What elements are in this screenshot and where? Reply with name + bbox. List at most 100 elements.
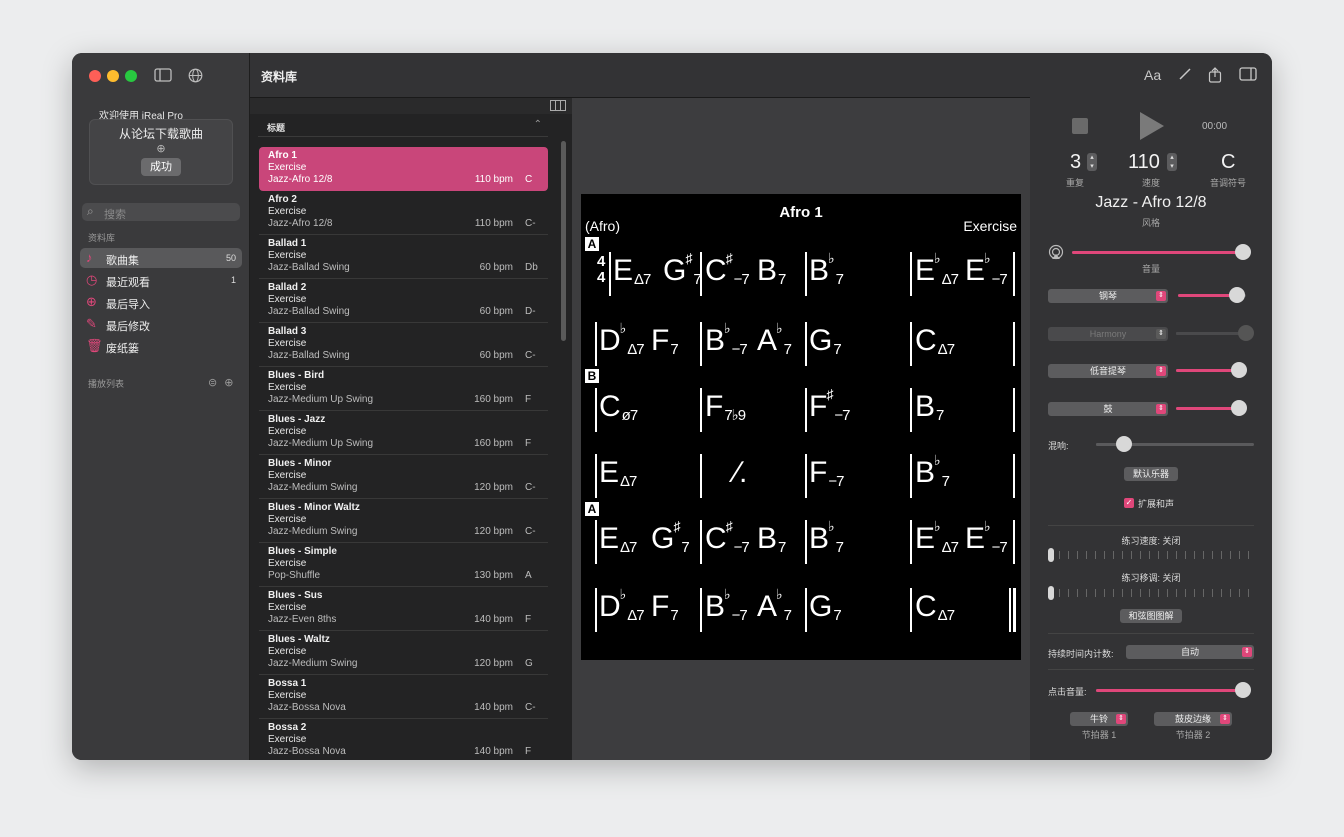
song-row[interactable]: Afro 2 Exercise Jazz-Afro 12/8 110 bpm C- — [259, 191, 548, 235]
song-row[interactable]: Blues - Minor Waltz Exercise Jazz-Medium S… — [259, 499, 548, 543]
app-window: 欢迎使用 iReal Pro 从论坛下载歌曲 ⊕ 成功 ⌕ 搜索 资料库 ♪ 歌… — [72, 53, 1272, 760]
play-button[interactable] — [1140, 112, 1164, 140]
song-tempo: 140 bpm — [474, 746, 513, 757]
minimize-window-button[interactable] — [107, 70, 119, 82]
chord: E♭−7 — [965, 518, 1008, 556]
sidebar-item-modified[interactable]: ✎ 最后修改 — [80, 314, 242, 334]
song-row[interactable]: Bossa 2 Exercise Jazz-Bossa Nova 140 bpm F — [259, 719, 548, 760]
song-row[interactable]: Blues - Sus Exercise Jazz-Even 8ths 140 bpm… — [259, 587, 548, 631]
chord: B♭7 — [915, 452, 950, 490]
instrument-select[interactable]: Harmony ⇕ — [1048, 326, 1168, 341]
columns-icon[interactable] — [550, 100, 566, 114]
search-placeholder: 搜索 — [104, 209, 126, 221]
pencil-icon[interactable] — [1178, 67, 1192, 84]
barline — [609, 252, 611, 296]
click-volume-slider[interactable] — [1096, 682, 1251, 698]
song-name: Blues - Jazz — [268, 414, 326, 425]
instrument-select[interactable]: 钢琴 ⇕ — [1048, 289, 1168, 303]
chord: D♭Δ7 — [599, 586, 645, 624]
song-row[interactable]: Ballad 1 Exercise Jazz-Ballad Swing 60 bpm D… — [259, 235, 548, 279]
search-field[interactable]: ⌕ 搜索 — [82, 203, 240, 221]
song-row[interactable]: Afro 1 Exercise Jazz-Afro 12/8 110 bpm C — [259, 147, 548, 191]
reverb-slider[interactable] — [1096, 436, 1254, 452]
chord: B♭7 — [809, 250, 844, 288]
sidebar-item-recent[interactable]: ◷ 最近观看 1 — [80, 270, 242, 290]
practice-tempo-slider[interactable] — [1050, 551, 1254, 559]
tempo-stepper[interactable]: ▴ ▾ — [1167, 153, 1177, 171]
time-signature: 44 — [597, 253, 606, 286]
chord: B7 — [757, 254, 786, 288]
extended-harmony-checkbox[interactable]: ✓ — [1124, 498, 1134, 508]
chord: F −7 — [809, 456, 844, 490]
practice-transpose-knob[interactable] — [1048, 586, 1054, 600]
add-playlist-icon[interactable]: ⊕ — [224, 377, 233, 389]
repeats-stepper[interactable]: ▴ ▾ — [1087, 153, 1097, 171]
song-name: Bossa 1 — [268, 678, 307, 689]
count-in-select[interactable]: 自动 ⇕ — [1126, 645, 1254, 659]
share-icon[interactable] — [1208, 67, 1222, 86]
chart-row: Cø7 F 7♭9 F♯−7 B7 — [595, 382, 1015, 438]
song-row[interactable]: Blues - Simple Exercise Pop-Shuffle 130 bpm… — [259, 543, 548, 587]
instrument-select[interactable]: 低音提琴 ⇕ — [1048, 364, 1168, 378]
chord-diagrams-button[interactable]: 和弦图图解 — [1120, 609, 1182, 623]
instrument-volume-slider[interactable] — [1178, 287, 1246, 303]
sidebar-toggle-icon[interactable] — [154, 68, 172, 84]
chord: B7 — [915, 390, 944, 424]
barline — [805, 520, 807, 564]
song-row[interactable]: Blues - Jazz Exercise Jazz-Medium Up Swing… — [259, 411, 548, 455]
song-style: Pop-Shuffle — [268, 570, 321, 581]
barline — [595, 454, 597, 498]
key-value[interactable]: C — [1221, 151, 1235, 174]
close-window-button[interactable] — [89, 70, 101, 82]
song-name: Bossa 2 — [268, 722, 307, 733]
sidebar-item-imported[interactable]: ⊕ 最后导入 — [80, 292, 242, 312]
barline — [805, 252, 807, 296]
lead-sheet[interactable]: Afro 1 (Afro) Exercise A 44 E Δ7 G♯7 C♯−7… — [581, 194, 1021, 660]
song-style: Jazz-Medium Swing — [268, 482, 358, 493]
chord: F7 — [651, 590, 679, 624]
forum-success-button[interactable]: 成功 — [141, 158, 181, 176]
style-name[interactable]: Jazz - Afro 12/8 — [1030, 194, 1272, 212]
song-row[interactable]: Blues - Waltz Exercise Jazz-Medium Swing 12… — [259, 631, 548, 675]
instrument-name: 低音提琴 — [1089, 366, 1126, 376]
song-name: Blues - Minor — [268, 458, 332, 469]
font-size-button[interactable]: Aa — [1144, 67, 1161, 83]
song-style: Jazz-Ballad Swing — [268, 306, 350, 317]
music-note-icon: ♪ — [86, 250, 93, 265]
song-tempo: 60 bpm — [479, 306, 513, 317]
sidebar-item-count: 50 — [225, 253, 236, 263]
practice-transpose-slider[interactable] — [1050, 589, 1254, 597]
song-name: Blues - Minor Waltz — [268, 502, 360, 513]
metronome1-select[interactable]: 牛铃 ⇕ — [1070, 712, 1128, 726]
sidebar-item-label: 最近观看 — [106, 277, 150, 289]
song-key: A — [525, 570, 532, 581]
sidebar-item-songs[interactable]: ♪ 歌曲集 50 — [80, 248, 242, 268]
master-volume-slider[interactable] — [1072, 244, 1251, 260]
song-row[interactable]: Bossa 1 Exercise Jazz-Bossa Nova 140 bpm C- — [259, 675, 548, 719]
sync-icon[interactable]: ⊜ — [208, 377, 217, 389]
song-row[interactable]: Ballad 3 Exercise Jazz-Ballad Swing 60 bpm C… — [259, 323, 548, 367]
globe-icon[interactable] — [188, 68, 203, 85]
forum-title: 从论坛下载歌曲 — [118, 127, 203, 141]
barline — [1013, 252, 1015, 296]
practice-tempo-knob[interactable] — [1048, 548, 1054, 562]
song-composer: Exercise — [268, 734, 307, 745]
song-row[interactable]: Ballad 2 Exercise Jazz-Ballad Swing 60 bpm D… — [259, 279, 548, 323]
instrument-select[interactable]: 鼓 ⇕ — [1048, 401, 1168, 416]
title-column-header[interactable]: 标题 ⌃ — [258, 115, 548, 137]
instrument-volume-slider[interactable] — [1176, 362, 1247, 378]
zoom-window-button[interactable] — [125, 70, 137, 82]
list-scrollbar[interactable] — [561, 141, 566, 341]
instrument-volume-slider[interactable] — [1176, 324, 1254, 341]
sidebar-item-trash[interactable]: 🗑︎ 废纸篓 — [80, 336, 242, 356]
metronome1-value: 牛铃 — [1089, 714, 1108, 724]
default-instruments-button[interactable]: 默认乐器 — [1124, 467, 1178, 481]
stop-button[interactable] — [1072, 118, 1088, 134]
metronome2-select[interactable]: 鼓皮边缘 ⇕ — [1154, 712, 1232, 726]
instrument-volume-slider[interactable] — [1176, 399, 1247, 416]
inspector-toggle-icon[interactable] — [1239, 67, 1257, 84]
forum-download-panel: 从论坛下载歌曲 ⊕ 成功 — [89, 119, 233, 185]
song-row[interactable]: Blues - Minor Exercise Jazz-Medium Swing 12… — [259, 455, 548, 499]
song-row[interactable]: Blues - Bird Exercise Jazz-Medium Up Swing… — [259, 367, 548, 411]
tempo-value: 110 — [1128, 151, 1160, 173]
